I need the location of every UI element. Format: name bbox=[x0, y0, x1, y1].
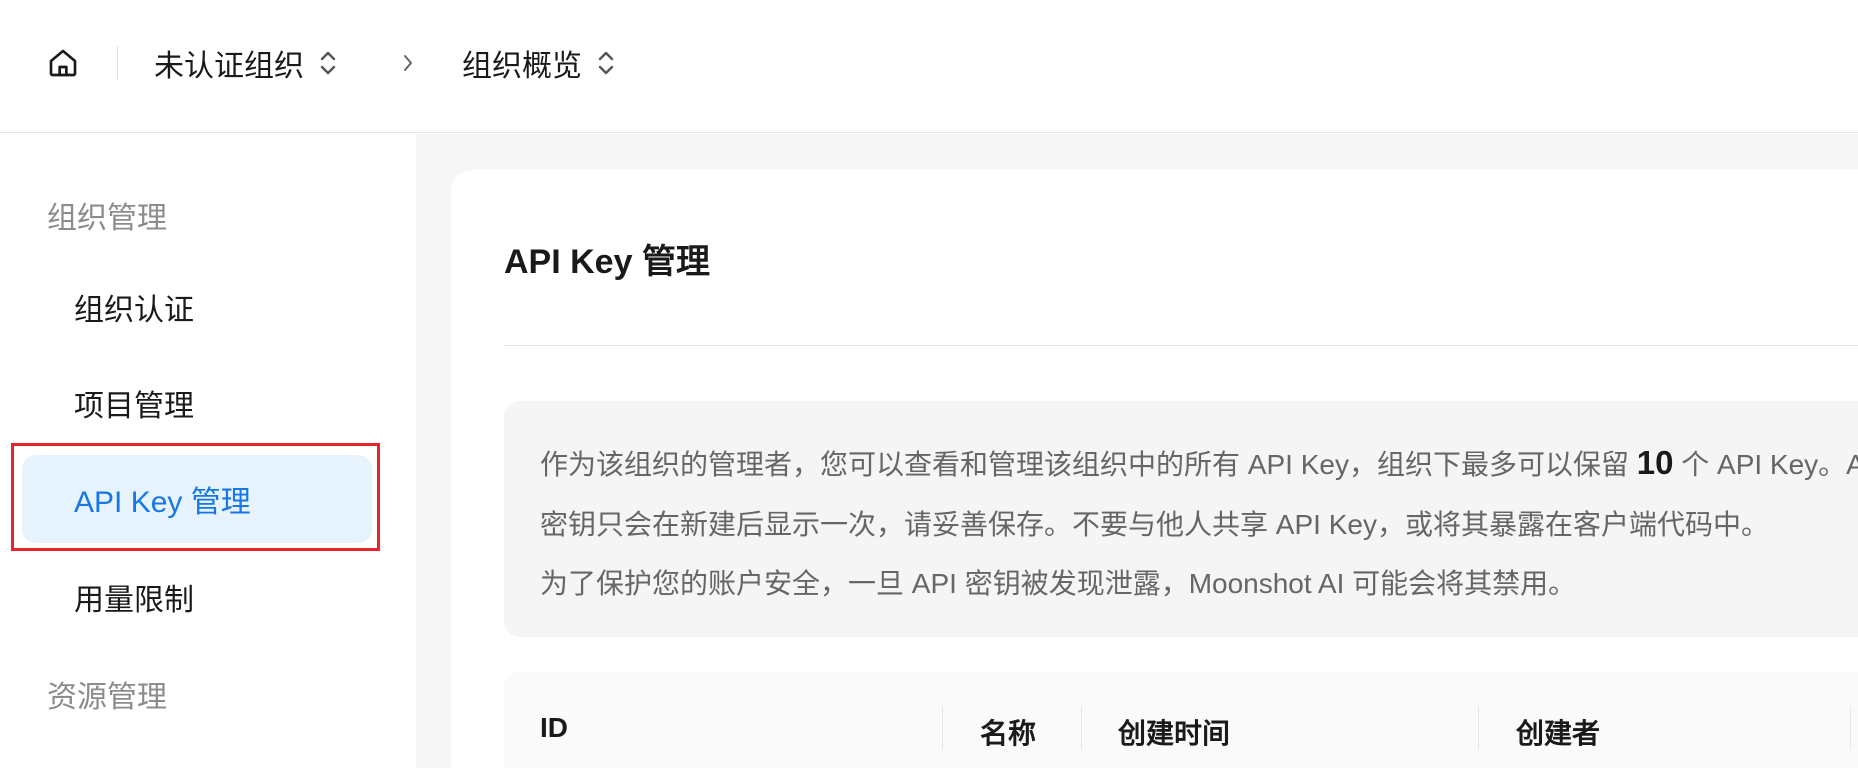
column-header-name[interactable]: 名称 bbox=[980, 712, 1036, 752]
api-key-table-header: ID 名称 创建时间 创建者 bbox=[504, 672, 1858, 768]
org-switcher[interactable]: 未认证组织 bbox=[154, 40, 338, 86]
chevron-up-down-icon bbox=[596, 47, 616, 79]
notice-key-limit: 10 bbox=[1636, 444, 1674, 481]
sidebar-item-label: API Key 管理 bbox=[74, 486, 251, 519]
home-button[interactable] bbox=[44, 44, 82, 82]
sidebar-item-usage-limits[interactable]: 用量限制 bbox=[22, 553, 372, 641]
column-header-creator[interactable]: 创建者 bbox=[1516, 712, 1600, 752]
sidebar-item-org-verification[interactable]: 组织认证 bbox=[22, 263, 372, 351]
page-title: API Key 管理 bbox=[504, 243, 710, 281]
sidebar-section-resource-management: 资源管理 bbox=[47, 681, 167, 714]
sidebar-item-api-key-management[interactable]: API Key 管理 bbox=[22, 455, 372, 543]
column-divider bbox=[1850, 706, 1851, 750]
column-divider bbox=[942, 706, 943, 750]
notice-line-2: 密钥只会在新建后显示一次，请妥善保存。不要与他人共享 API Key，或将其暴露… bbox=[540, 509, 1769, 540]
notice-box: 作为该组织的管理者，您可以查看和管理该组织中的所有 API Key，组织下最多可… bbox=[504, 401, 1858, 637]
notice-line-3: 为了保护您的账户安全，一旦 API 密钥被发现泄露，Moonshot AI 可能… bbox=[540, 568, 1577, 599]
title-divider bbox=[504, 345, 1858, 346]
home-icon bbox=[49, 49, 77, 77]
sidebar-item-label: 用量限制 bbox=[74, 584, 194, 617]
org-name: 未认证组织 bbox=[154, 50, 304, 83]
notice-text: 个 API Key。API bbox=[1681, 449, 1858, 480]
column-header-id[interactable]: ID bbox=[540, 712, 568, 744]
sidebar-item-label: 组织认证 bbox=[74, 294, 194, 327]
page-name: 组织概览 bbox=[462, 50, 582, 83]
notice-text: 作为该组织的管理者，您可以查看和管理该组织中的所有 API Key，组织下最多可… bbox=[540, 449, 1637, 480]
top-bar: 未认证组织 组织概览 bbox=[0, 0, 1858, 133]
sidebar-section-org-management: 组织管理 bbox=[47, 202, 167, 235]
column-divider bbox=[1478, 706, 1479, 750]
column-divider bbox=[1081, 706, 1082, 750]
column-header-created-at[interactable]: 创建时间 bbox=[1118, 712, 1230, 752]
chevron-right-icon bbox=[398, 50, 418, 76]
header-divider bbox=[117, 46, 118, 80]
notice-line-1: 作为该组织的管理者，您可以查看和管理该组织中的所有 API Key，组织下最多可… bbox=[540, 443, 1858, 483]
chevron-up-down-icon bbox=[318, 47, 338, 79]
page-switcher[interactable]: 组织概览 bbox=[462, 40, 616, 86]
sidebar-item-project-management[interactable]: 项目管理 bbox=[22, 359, 372, 447]
sidebar-item-label: 项目管理 bbox=[74, 390, 194, 423]
